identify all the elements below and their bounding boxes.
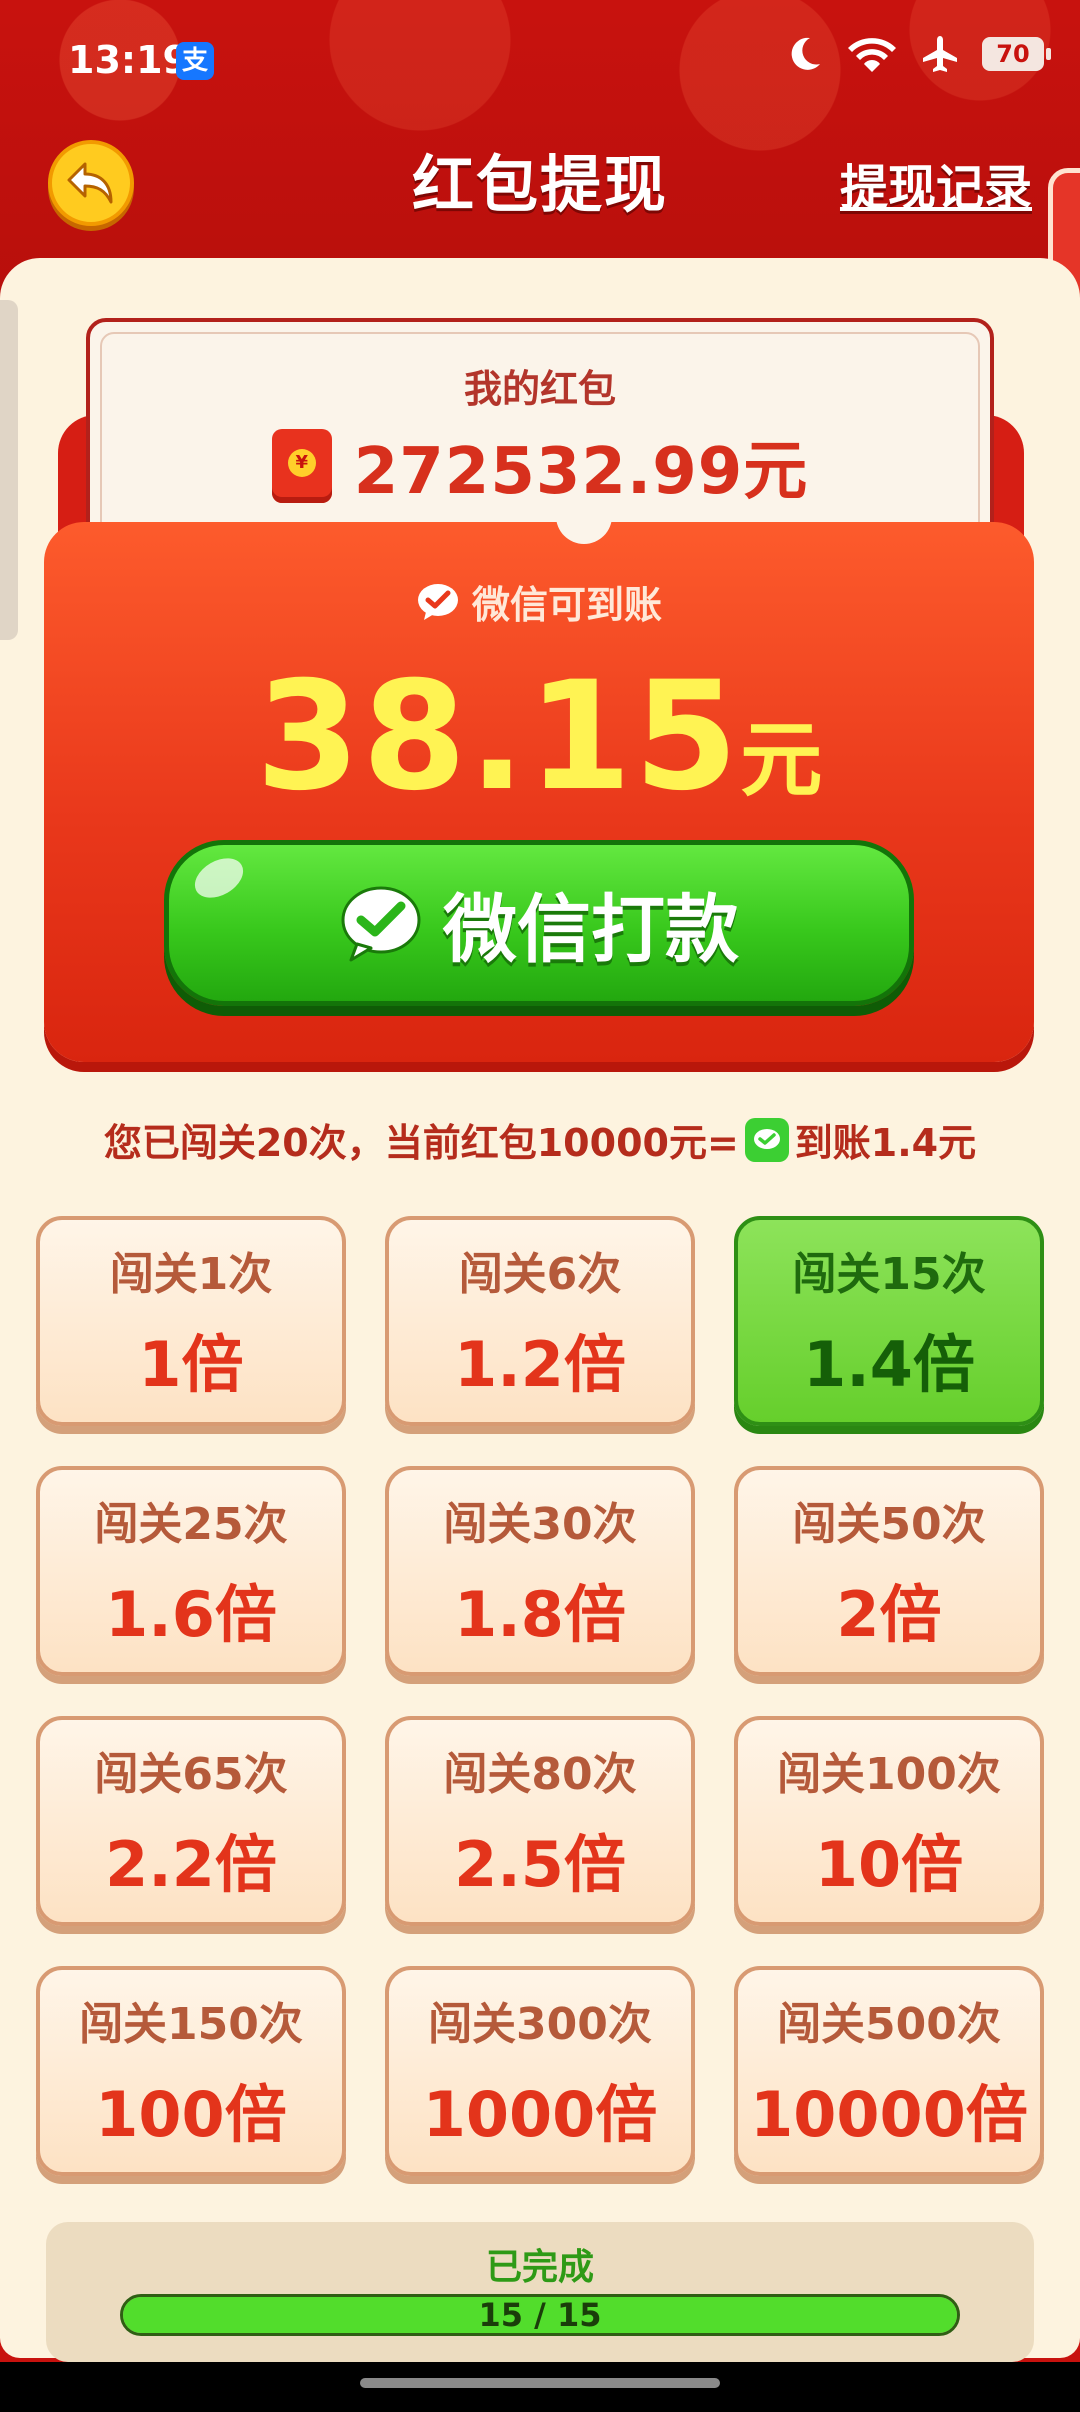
tier-card[interactable]: 闯关25次 1.6倍 (36, 1466, 346, 1676)
tier-multiplier: 2.5倍 (454, 1828, 626, 1901)
balance-label: 我的红包 (463, 367, 616, 411)
tier-condition: 闯关300次 (428, 1999, 652, 2050)
tier-multiplier: 100倍 (95, 2078, 287, 2151)
withdraw-amount-value: 38.15 (255, 650, 741, 824)
tier-multiplier: 10倍 (814, 1828, 964, 1901)
tier-condition: 闯关500次 (777, 1999, 1001, 2050)
tier-card[interactable]: 闯关15次 1.4倍 (734, 1216, 1044, 1426)
wechat-icon (417, 583, 458, 620)
button-gloss (187, 850, 251, 906)
tier-multiplier: 1000倍 (422, 2078, 658, 2151)
wechat-icon (744, 1117, 789, 1162)
airplane-icon (923, 36, 957, 72)
tier-card[interactable]: 闯关1次 1倍 (36, 1216, 346, 1426)
rate-info-prefix: 您已闯关20次，当前红包10000元= (103, 1121, 739, 1165)
card-notch (556, 500, 612, 544)
wechat-receivable-label: 微信可到账 (471, 583, 662, 627)
tier-condition: 闯关50次 (792, 1499, 986, 1550)
tier-card[interactable]: 闯关500次 10000倍 (734, 1966, 1044, 2176)
home-indicator[interactable] (360, 2378, 720, 2388)
tier-condition: 闯关100次 (777, 1749, 1001, 1800)
balance-row: ¥ 272532.99元 (90, 420, 990, 512)
tier-condition: 闯关30次 (443, 1499, 637, 1550)
progress-status: 已完成 (485, 2247, 594, 2288)
tier-card[interactable]: 闯关80次 2.5倍 (385, 1716, 695, 1926)
tier-card[interactable]: 闯关100次 10倍 (734, 1716, 1044, 1926)
tier-condition: 闯关1次 (109, 1249, 273, 1300)
tier-card[interactable]: 闯关150次 100倍 (36, 1966, 346, 2176)
wechat-pay-button[interactable]: 微信打款 (164, 840, 914, 1006)
left-edge-handle (0, 300, 18, 640)
wechat-pay-label: 微信打款 (443, 886, 739, 973)
tier-multiplier: 2倍 (836, 1578, 942, 1651)
tier-card[interactable]: 闯关6次 1.2倍 (385, 1216, 695, 1426)
progress-bar: 15 / 15 (120, 2294, 960, 2336)
battery-icon: 70 (982, 37, 1051, 71)
alipay-icon: 支 (176, 42, 214, 80)
status-icons: 70 (784, 34, 1051, 74)
status-time: 13:19 (68, 38, 189, 82)
rate-info: 您已闯关20次，当前红包10000元= 到账1.4元 (0, 1112, 1080, 1167)
rate-info-suffix: 到账1.4元 (794, 1121, 977, 1165)
tier-multiplier: 1倍 (138, 1328, 244, 1401)
tier-card[interactable]: 闯关30次 1.8倍 (385, 1466, 695, 1676)
withdraw-records-link[interactable]: 提现记录 (840, 148, 1032, 218)
moon-icon (791, 37, 820, 70)
tier-card[interactable]: 闯关65次 2.2倍 (36, 1716, 346, 1926)
wechat-icon (341, 886, 421, 962)
balance-card: 我的红包 ¥ 272532.99元 (86, 318, 994, 548)
tier-condition: 闯关65次 (94, 1749, 288, 1800)
tier-multiplier: 1.6倍 (105, 1578, 277, 1651)
tier-condition: 闯关80次 (443, 1749, 637, 1800)
tier-card[interactable]: 闯关300次 1000倍 (385, 1966, 695, 2176)
progress-text: 15 / 15 (478, 2296, 602, 2334)
wechat-label-row: 微信可到账 (44, 574, 1034, 629)
wifi-icon (848, 38, 896, 72)
tier-card[interactable]: 闯关50次 2倍 (734, 1466, 1044, 1676)
tier-condition: 闯关15次 (792, 1249, 986, 1300)
progress-box: 已完成 15 / 15 (46, 2222, 1034, 2362)
tier-multiplier: 2.2倍 (105, 1828, 277, 1901)
tier-condition: 闯关25次 (94, 1499, 288, 1550)
withdraw-amount: 38.15元 (44, 650, 1034, 824)
tier-condition: 闯关150次 (79, 1999, 303, 2050)
tier-condition: 闯关6次 (458, 1249, 622, 1300)
balance-amount: 272532.99元 (353, 435, 809, 509)
status-bar: 13:19 支 70 (0, 0, 1080, 120)
tier-multiplier: 10000倍 (750, 2078, 1028, 2151)
coin-icon: ¥ (287, 449, 316, 477)
tier-multiplier: 1.4倍 (803, 1328, 975, 1401)
withdraw-amount-unit: 元 (740, 713, 823, 808)
tier-multiplier: 1.8倍 (454, 1578, 626, 1651)
tier-multiplier: 1.2倍 (454, 1328, 626, 1401)
red-envelope-icon: ¥ (271, 429, 332, 503)
withdraw-card: 微信可到账 38.15元 微信打款 (44, 500, 1034, 1062)
tier-grid: 闯关1次 1倍 闯关6次 1.2倍 闯关15次 1.4倍闯关25次 1.6倍 闯关30次 1.8… (36, 1216, 1044, 2176)
